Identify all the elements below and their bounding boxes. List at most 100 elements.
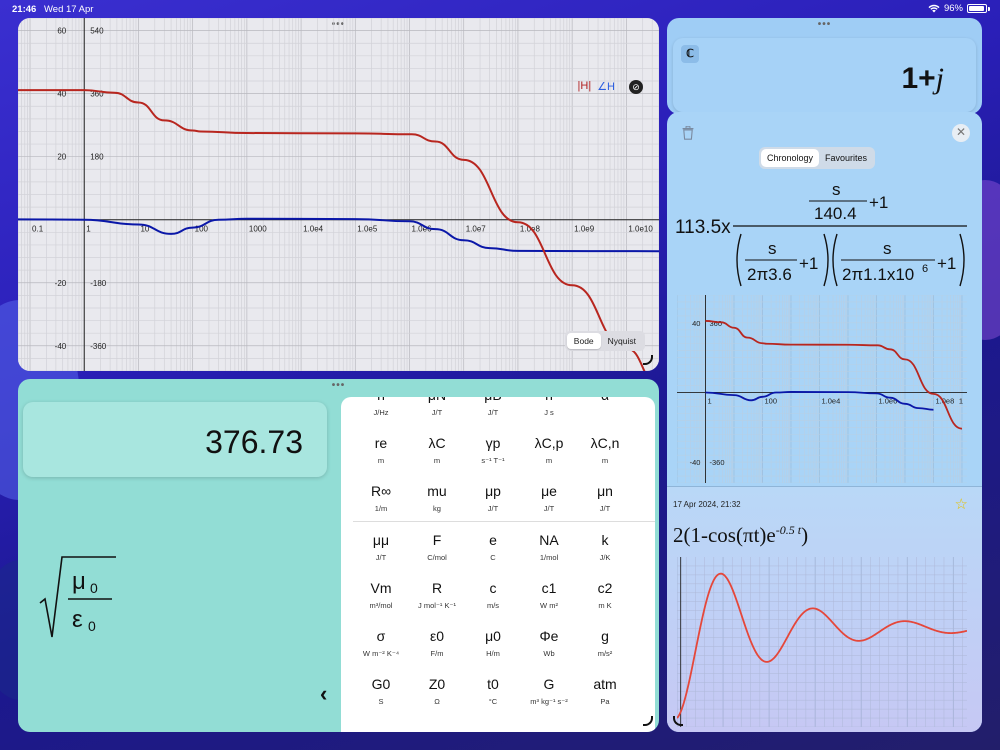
complex-value: 1+j <box>901 62 944 95</box>
constant-key[interactable]: μp J/T <box>465 473 521 513</box>
history-window[interactable]: ✕ Chronology Favourites 113.5x s 140.4 +… <box>667 112 982 732</box>
constant-key[interactable]: c1 W m² <box>521 570 577 610</box>
constant-unit: J/T <box>487 504 499 513</box>
constants-row: G0 S Z0 Ωt0 °C Gm³ kg⁻¹ s⁻² atm Pa <box>353 666 655 714</box>
expression-display[interactable]: μ 0 ε 0 <box>38 555 138 645</box>
constant-key[interactable]: F C/mol <box>409 522 465 562</box>
constant-key[interactable]: t0 °C <box>465 666 521 706</box>
constant-key[interactable]: μN J/T <box>409 397 465 417</box>
constant-key[interactable]: Z0 Ω <box>409 666 465 706</box>
window-grabber[interactable]: ••• <box>818 20 832 30</box>
constant-symbol: F <box>432 532 442 548</box>
constant-symbol: α <box>577 397 633 405</box>
y-right-tick-label: -360 <box>90 342 107 351</box>
constant-key[interactable]: μe J/T <box>521 473 577 513</box>
constant-key[interactable]: mu kg <box>409 473 465 513</box>
constant-symbol: h <box>353 397 409 405</box>
bode-plot-window[interactable]: ••• 0.1 1 10 100 1000 1.0e4 1.0e5 1.0e6 1.0e7 1.0… <box>18 18 659 371</box>
history-function-plot[interactable]: 321 <box>677 557 967 727</box>
constant-key[interactable]: R J mol⁻¹ K⁻¹ <box>409 570 465 610</box>
constant-key[interactable]: g m/s² <box>577 618 633 658</box>
constant-symbol: atm <box>593 676 617 692</box>
constant-unit: kg <box>433 504 441 513</box>
constant-key[interactable]: μB J/T <box>465 397 521 417</box>
constant-key[interactable]: μn J/T <box>577 473 633 513</box>
magnitude-series-line <box>705 320 963 430</box>
constant-key[interactable]: c2 m K <box>577 570 633 610</box>
constant-symbol: μp <box>485 483 501 499</box>
constant-symbol: k <box>601 532 609 548</box>
chevron-left-icon[interactable]: ‹ <box>320 681 327 707</box>
constants-grid: h J/Hz μN J/T μB J/T ħ J s α re m λC m γp s⁻¹ T⁻¹ λC,p m… <box>353 397 655 714</box>
constant-unit: C/mol <box>427 553 447 562</box>
constant-key[interactable]: eC <box>465 522 521 562</box>
constant-unit: Pa <box>600 697 610 706</box>
constant-key[interactable]: μμ J/T <box>353 522 409 562</box>
constant-key[interactable]: Φe Wb <box>521 618 577 658</box>
constant-key[interactable]: R∞ 1/m <box>353 473 409 513</box>
constant-key[interactable]: α <box>577 397 633 408</box>
constant-key[interactable]: λC,n m <box>577 425 633 465</box>
svg-text:+1: +1 <box>799 254 818 273</box>
history-bode-thumbnail[interactable]: 1 100 1.0e4 1.0e6 1.0e8 140 360-40 -360 <box>677 295 967 483</box>
constant-key[interactable]: atm Pa <box>577 666 633 706</box>
constant-key[interactable]: λC,p m <box>521 425 577 465</box>
constant-key[interactable]: c m/s <box>465 570 521 610</box>
constant-key[interactable]: Gm³ kg⁻¹ s⁻² <box>521 666 577 706</box>
x-tick-label: 1.0e10 <box>628 225 653 234</box>
constant-key[interactable]: NA 1/mol <box>521 522 577 562</box>
trash-icon[interactable] <box>682 126 694 140</box>
plot-legend: |H| ∠H <box>578 80 615 93</box>
close-icon[interactable]: ✕ <box>952 124 970 142</box>
bode-plot[interactable]: 0.1 1 10 100 1000 1.0e4 1.0e5 1.0e6 1.0e7 1.0e8 1.… <box>18 18 659 371</box>
constant-key[interactable]: σ W m⁻² K⁻⁴ <box>353 618 409 658</box>
constant-symbol: μμ <box>372 532 390 548</box>
constant-key[interactable]: ħ J s <box>521 397 577 417</box>
constant-unit: C <box>490 553 496 562</box>
constant-symbol: λC <box>428 435 446 451</box>
history-timestamp: 17 Apr 2024, 21:32 <box>673 500 741 509</box>
window-grabber[interactable]: ••• <box>332 381 346 391</box>
constant-key[interactable]: λC m <box>409 425 465 465</box>
tab-favourites[interactable]: Favourites <box>819 149 873 167</box>
constant-symbol: Z0 <box>428 676 446 692</box>
constant-symbol: γp <box>485 435 501 451</box>
constant-key[interactable]: k J/K <box>577 522 633 562</box>
svg-text:0: 0 <box>90 580 98 596</box>
constant-key[interactable]: G0 S <box>353 666 409 706</box>
constant-key[interactable]: h J/Hz <box>353 397 409 417</box>
history-expression[interactable]: 2(1-cos(πt)e-0.5 t) <box>673 523 808 548</box>
complex-window[interactable]: ••• ℂ 1+j <box>667 18 982 114</box>
constant-symbol: c <box>489 580 497 596</box>
star-icon[interactable]: ☆ <box>955 495 968 513</box>
constant-symbol: t0 <box>487 676 499 692</box>
legend-phase[interactable]: ∠H <box>597 80 615 93</box>
y-tick-label: 20 <box>57 153 66 162</box>
svg-text:s: s <box>832 180 841 199</box>
constant-symbol: mu <box>427 483 447 499</box>
constant-key[interactable]: γp s⁻¹ T⁻¹ <box>465 425 521 465</box>
result-display[interactable]: 376.73 <box>23 402 327 477</box>
calculator-window[interactable]: ••• 376.73 μ 0 ε 0 ‹ h J/Hz μN J/T μB J/T ħ J s… <box>18 379 659 732</box>
tab-chronology[interactable]: Chronology <box>761 149 820 167</box>
constant-unit: J/T <box>375 553 387 562</box>
legend-magnitude[interactable]: |H| <box>578 80 592 93</box>
complex-mode-badge[interactable]: ℂ <box>681 45 699 63</box>
constant-key[interactable]: μ0 H/m <box>465 618 521 658</box>
eye-slash-icon[interactable]: ⊘ <box>629 80 643 94</box>
history-item[interactable]: 17 Apr 2024, 21:32 ☆ 2(1-cos(πt)e-0.5 t)… <box>667 487 982 732</box>
constant-key[interactable]: Vm m³/mol <box>353 570 409 610</box>
constants-keyboard[interactable]: h J/Hz μN J/T μB J/T ħ J s α re m λC m γp s⁻¹ T⁻¹ λC,p m… <box>341 397 655 732</box>
segment-bode[interactable]: Bode <box>566 333 601 349</box>
constant-symbol: μ0 <box>485 628 501 644</box>
complex-result-display[interactable]: ℂ 1+j <box>673 38 976 112</box>
constant-key[interactable]: ε0 F/m <box>409 618 465 658</box>
constant-unit: W m² <box>540 601 558 610</box>
x-tick-label: 1.0e7 <box>466 225 487 234</box>
constant-symbol: σ <box>376 628 386 644</box>
constant-key[interactable]: re m <box>353 425 409 465</box>
segment-nyquist[interactable]: Nyquist <box>601 333 643 349</box>
transfer-function-expression[interactable]: 113.5x s 140.4 +1 s 2π3.6 +1 s 2π1.1x10 … <box>667 174 982 292</box>
y-right-tick-label: -180 <box>90 279 107 288</box>
svg-text:s: s <box>768 239 777 258</box>
